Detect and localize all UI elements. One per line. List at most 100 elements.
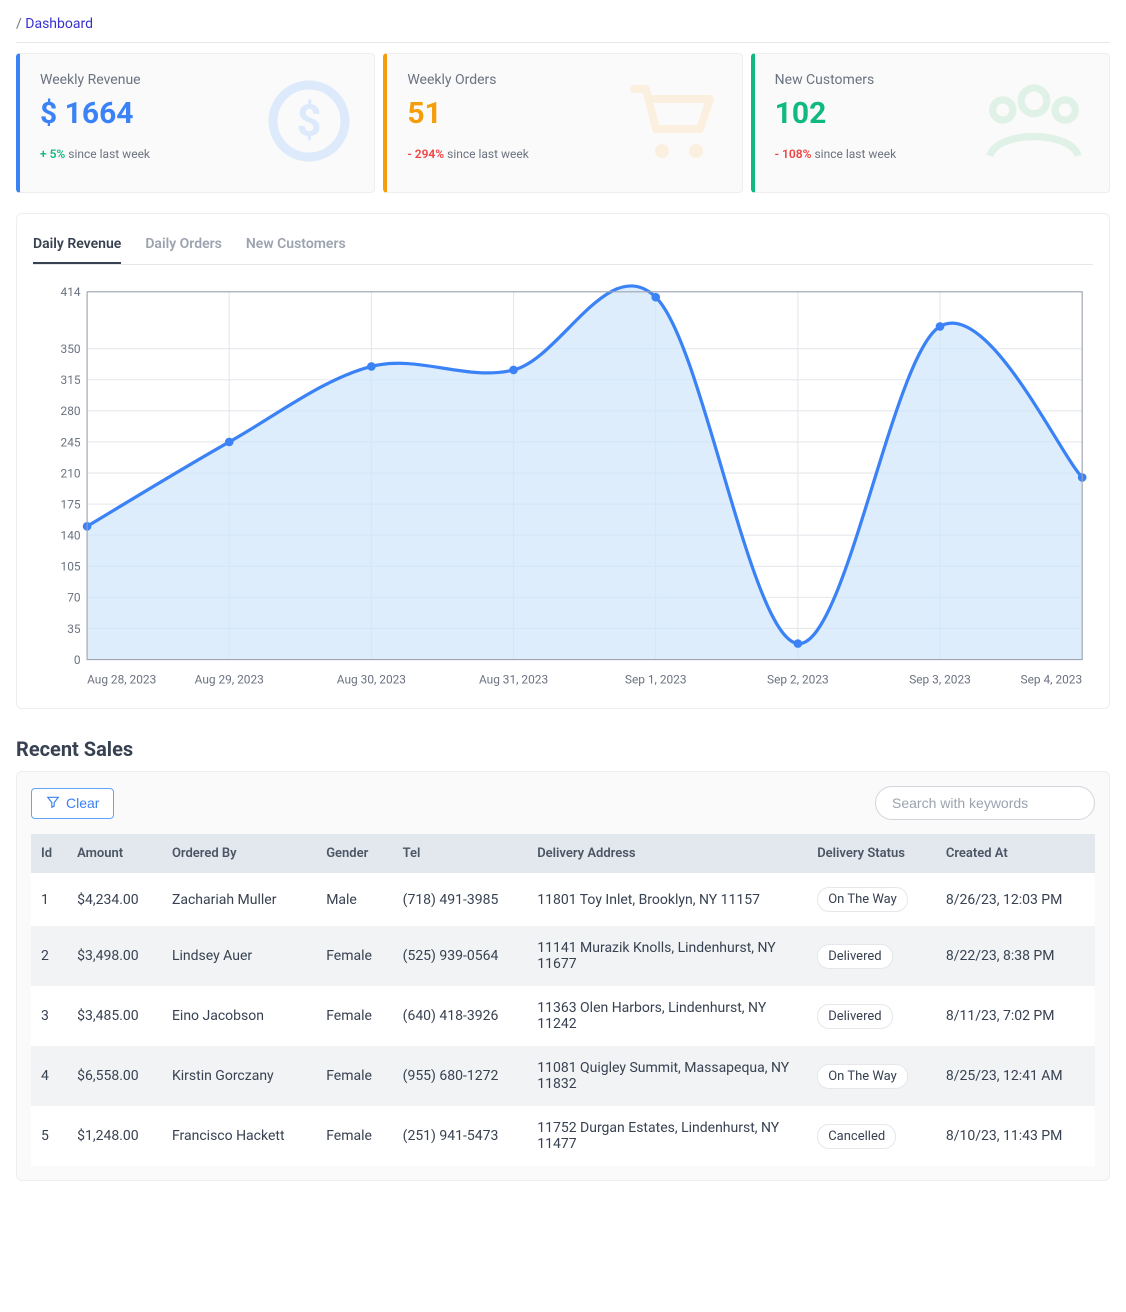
stat-card-orders: Weekly Orders 51 - 294% since last week bbox=[383, 53, 742, 193]
cell-gender: Female bbox=[316, 986, 392, 1046]
col-id[interactable]: Id bbox=[31, 834, 67, 873]
status-badge: On The Way bbox=[817, 887, 908, 912]
cell-tel: (640) 418-3926 bbox=[393, 986, 528, 1046]
stat-card-customers: New Customers 102 - 108% since last week bbox=[751, 53, 1110, 193]
svg-text:245: 245 bbox=[61, 435, 81, 449]
table-row[interactable]: 3$3,485.00Eino JacobsonFemale(640) 418-3… bbox=[31, 986, 1095, 1046]
cell-gender: Female bbox=[316, 1106, 392, 1166]
svg-text:Sep 3, 2023: Sep 3, 2023 bbox=[909, 672, 971, 686]
tab-new-customers[interactable]: New Customers bbox=[246, 230, 346, 264]
col-addr[interactable]: Delivery Address bbox=[527, 834, 807, 873]
cell-amount: $6,558.00 bbox=[67, 1046, 162, 1106]
svg-text:Sep 2, 2023: Sep 2, 2023 bbox=[767, 672, 829, 686]
stat-delta-value: - 294% bbox=[407, 147, 444, 161]
table-row[interactable]: 4$6,558.00Kirstin GorczanyFemale(955) 68… bbox=[31, 1046, 1095, 1106]
cell-address: 11081 Quigley Summit, Massapequa, NY 118… bbox=[527, 1046, 807, 1106]
table-row[interactable]: 2$3,498.00Lindsey AuerFemale(525) 939-05… bbox=[31, 926, 1095, 986]
breadcrumb-separator: / bbox=[16, 16, 22, 32]
cell-address: 11363 Olen Harbors, Lindenhurst, NY 1124… bbox=[527, 986, 807, 1046]
stat-card-revenue: Weekly Revenue $ 1664 + 5% since last we… bbox=[16, 53, 375, 193]
cell-created: 8/25/23, 12:41 AM bbox=[936, 1046, 1095, 1106]
svg-text:140: 140 bbox=[61, 529, 81, 543]
cell-ordered-by: Kirstin Gorczany bbox=[162, 1046, 316, 1106]
svg-text:Sep 1, 2023: Sep 1, 2023 bbox=[625, 672, 687, 686]
cell-created: 8/26/23, 12:03 PM bbox=[936, 873, 1095, 926]
svg-text:35: 35 bbox=[67, 622, 81, 636]
table-row[interactable]: 5$1,248.00Francisco HackettFemale(251) 9… bbox=[31, 1106, 1095, 1166]
chart-tabs: Daily Revenue Daily Orders New Customers bbox=[33, 230, 1093, 265]
cell-status: On The Way bbox=[807, 873, 936, 926]
cell-id: 3 bbox=[31, 986, 67, 1046]
cell-tel: (251) 941-5473 bbox=[393, 1106, 528, 1166]
svg-text:Aug 31, 2023: Aug 31, 2023 bbox=[479, 672, 548, 686]
breadcrumb-current[interactable]: Dashboard bbox=[25, 16, 93, 32]
col-amount[interactable]: Amount bbox=[67, 834, 162, 873]
status-badge: Delivered bbox=[817, 944, 892, 969]
search-input[interactable] bbox=[875, 786, 1095, 820]
svg-text:175: 175 bbox=[61, 497, 81, 511]
cell-id: 5 bbox=[31, 1106, 67, 1166]
svg-text:Sep 4, 2023: Sep 4, 2023 bbox=[1021, 672, 1083, 686]
users-icon bbox=[979, 71, 1089, 175]
cell-amount: $3,498.00 bbox=[67, 926, 162, 986]
cell-tel: (525) 939-0564 bbox=[393, 926, 528, 986]
cell-ordered-by: Zachariah Muller bbox=[162, 873, 316, 926]
cell-address: 11752 Durgan Estates, Lindenhurst, NY 11… bbox=[527, 1106, 807, 1166]
clear-label: Clear bbox=[66, 795, 99, 811]
cell-created: 8/11/23, 7:02 PM bbox=[936, 986, 1095, 1046]
cell-tel: (955) 680-1272 bbox=[393, 1046, 528, 1106]
cell-tel: (718) 491-3985 bbox=[393, 873, 528, 926]
cell-status: Delivered bbox=[807, 926, 936, 986]
svg-text:70: 70 bbox=[67, 591, 80, 605]
stat-cards: Weekly Revenue $ 1664 + 5% since last we… bbox=[16, 53, 1110, 193]
breadcrumb: / Dashboard bbox=[16, 16, 1110, 43]
cell-amount: $1,248.00 bbox=[67, 1106, 162, 1166]
svg-text:350: 350 bbox=[61, 342, 81, 356]
cell-gender: Female bbox=[316, 1046, 392, 1106]
stat-delta-value: - 108% bbox=[775, 147, 812, 161]
funnel-icon bbox=[46, 795, 60, 812]
revenue-chart: 03570105140175210245280315350414Aug 28, … bbox=[33, 281, 1093, 692]
svg-text:Aug 29, 2023: Aug 29, 2023 bbox=[195, 672, 264, 686]
clear-button[interactable]: Clear bbox=[31, 788, 114, 819]
cell-created: 8/10/23, 11:43 PM bbox=[936, 1106, 1095, 1166]
svg-text:315: 315 bbox=[61, 373, 81, 387]
col-gender[interactable]: Gender bbox=[316, 834, 392, 873]
tab-daily-revenue[interactable]: Daily Revenue bbox=[33, 230, 121, 264]
svg-text:280: 280 bbox=[61, 404, 81, 418]
stat-delta-suffix: since last week bbox=[447, 147, 529, 161]
table-header-row: Id Amount Ordered By Gender Tel Delivery… bbox=[31, 834, 1095, 873]
col-status[interactable]: Delivery Status bbox=[807, 834, 936, 873]
chart-card: Daily Revenue Daily Orders New Customers… bbox=[16, 213, 1110, 709]
cell-ordered-by: Francisco Hackett bbox=[162, 1106, 316, 1166]
status-badge: Delivered bbox=[817, 1004, 892, 1029]
svg-text:$: $ bbox=[297, 95, 322, 146]
stat-delta-suffix: since last week bbox=[814, 147, 896, 161]
status-badge: Cancelled bbox=[817, 1124, 896, 1149]
cell-id: 1 bbox=[31, 873, 67, 926]
table-row[interactable]: 1$4,234.00Zachariah MullerMale(718) 491-… bbox=[31, 873, 1095, 926]
recent-sales-title: Recent Sales bbox=[16, 737, 1110, 761]
dollar-icon: $ bbox=[264, 76, 354, 170]
cart-icon bbox=[622, 71, 722, 175]
svg-text:105: 105 bbox=[61, 560, 81, 574]
cell-status: Delivered bbox=[807, 986, 936, 1046]
cell-status: Cancelled bbox=[807, 1106, 936, 1166]
col-ordered[interactable]: Ordered By bbox=[162, 834, 316, 873]
stat-delta-value: + 5% bbox=[40, 147, 65, 161]
tab-daily-orders[interactable]: Daily Orders bbox=[145, 230, 222, 264]
cell-created: 8/22/23, 8:38 PM bbox=[936, 926, 1095, 986]
cell-amount: $3,485.00 bbox=[67, 986, 162, 1046]
cell-amount: $4,234.00 bbox=[67, 873, 162, 926]
recent-sales-card: Clear Id Amount Ordered By Gender Tel De… bbox=[16, 771, 1110, 1181]
status-badge: On The Way bbox=[817, 1064, 908, 1089]
col-tel[interactable]: Tel bbox=[393, 834, 528, 873]
cell-ordered-by: Lindsey Auer bbox=[162, 926, 316, 986]
svg-text:Aug 30, 2023: Aug 30, 2023 bbox=[337, 672, 406, 686]
cell-id: 2 bbox=[31, 926, 67, 986]
cell-ordered-by: Eino Jacobson bbox=[162, 986, 316, 1046]
col-created[interactable]: Created At bbox=[936, 834, 1095, 873]
svg-text:210: 210 bbox=[61, 466, 81, 480]
cell-gender: Female bbox=[316, 926, 392, 986]
cell-gender: Male bbox=[316, 873, 392, 926]
